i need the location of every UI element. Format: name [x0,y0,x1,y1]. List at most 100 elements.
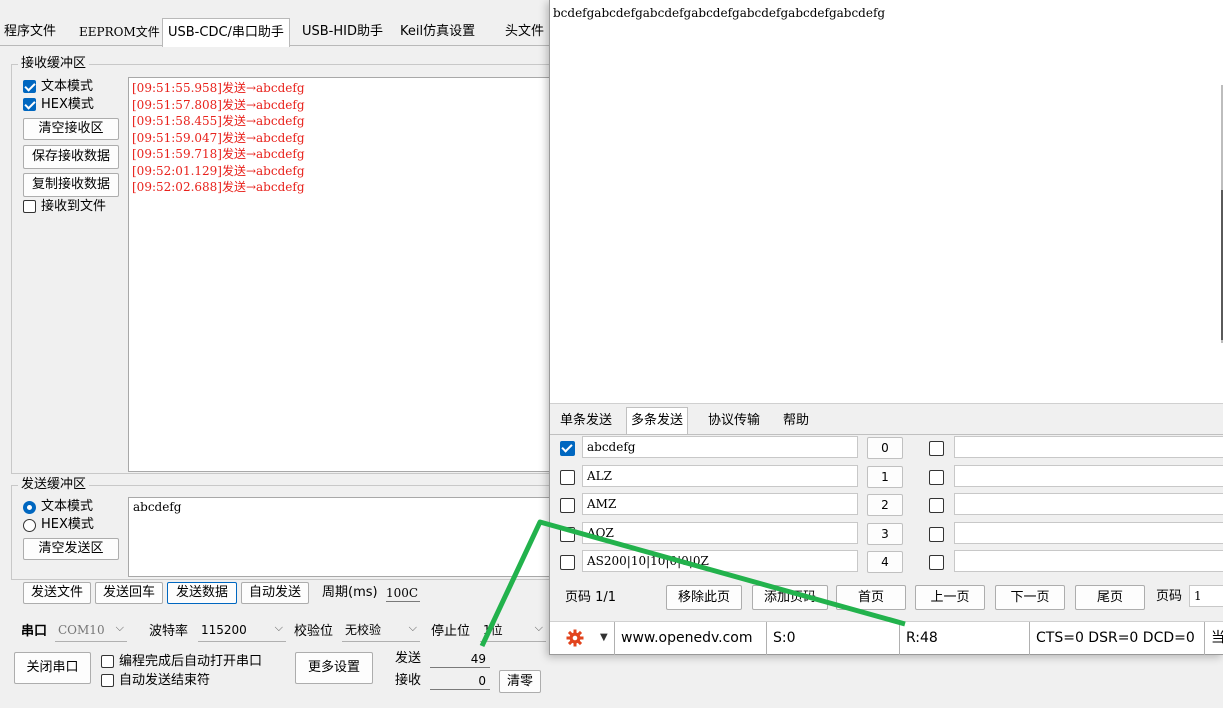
multi-row-send-button[interactable]: 2 [867,494,903,516]
multi-row-comment-input[interactable] [954,550,1223,572]
tx-group-title: 发送缓冲区 [18,477,90,493]
stop-select[interactable]: 1位 [480,618,546,642]
status-url: www.openedv.com [614,622,767,655]
multi-row-hex-checkbox[interactable] [929,469,944,485]
multi-row-input[interactable]: abcdefg [582,436,858,458]
multi-row-comment-input[interactable] [954,521,1223,544]
tab-protocol[interactable]: 协议传输 [704,410,764,434]
copy-rx-button[interactable]: 复制接收数据 [23,173,119,197]
baud-select[interactable]: 115200 [198,618,286,642]
rx-line: [09:51:59.047]发送→abcdefg [132,130,305,145]
remove-page-button[interactable]: 移除此页 [666,585,742,610]
tab-usb-hid[interactable]: USB-HID助手 [297,20,388,46]
prev-page-button[interactable]: 上一页 [915,585,985,610]
rx-text-mode-checkbox[interactable] [23,80,36,93]
status-tail: 当 [1211,630,1223,646]
next-page-button[interactable]: 下一页 [995,585,1065,610]
multi-row-hex-checkbox[interactable] [929,498,944,513]
rx-line: [09:51:57.808]发送→abcdefg [132,97,305,112]
clear-rx-button[interactable]: 清空接收区 [23,118,119,140]
rx-line: [09:52:02.688]发送→abcdefg [132,180,305,194]
port-select[interactable]: COM10 [55,618,127,642]
tx-hex-mode-radio[interactable] [23,519,36,532]
auto-open-label: 编程完成后自动打开串口 [119,654,263,669]
serial-assistant-window: 程序文件 EEPROM文件 USB-CDC/串口助手 USB-HID助手 Kei… [0,0,560,708]
send-data-button[interactable]: 发送数据 [167,582,237,604]
status-bar: ▼ www.openedv.com S:0 R:48 CTS=0 DSR=0 D… [550,621,1223,655]
tab-divider [550,434,1223,435]
multi-row-send-button[interactable]: 0 [867,437,903,459]
save-rx-button[interactable]: 保存接收数据 [23,145,119,169]
rx-hex-mode-checkbox[interactable] [23,98,36,111]
tx-hex-mode-label: HEX模式 [41,517,94,532]
multi-row-hex-checkbox[interactable] [929,555,944,570]
multi-row-comment-input[interactable] [954,493,1223,515]
multi-row-send-button[interactable]: 1 [867,465,903,488]
multi-row-comment-input[interactable] [954,436,1223,458]
page-info: 页码 1/1 [565,590,617,605]
auto-end-checkbox[interactable] [101,674,114,687]
tab-header-file[interactable]: 头文件 [500,20,549,46]
xcom-window: bcdefgabcdefgabcdefgabcdefgabcdefgabcdef… [549,0,1223,655]
clear-tx-button[interactable]: 清空发送区 [23,538,119,560]
rx-hex-mode-label: HEX模式 [41,97,94,112]
parity-select[interactable]: 无校验 [342,618,420,642]
dropdown-arrow-icon[interactable]: ▼ [600,632,608,643]
recv-count-label: 接收 [395,673,422,688]
status-sent: S:0 [767,622,900,655]
clear-count-button[interactable]: 清零 [499,670,541,693]
tab-multi-send[interactable]: 多条发送 [626,407,689,435]
tx-text-mode-radio[interactable] [23,501,36,514]
multi-row-checkbox[interactable] [560,555,575,570]
first-page-button[interactable]: 首页 [836,585,906,610]
period-input[interactable]: 100C [386,585,420,602]
rx-text-mode-label: 文本模式 [41,79,94,94]
tab-usb-cdc[interactable]: USB-CDC/串口助手 [162,18,290,47]
tab-eeprom-file[interactable]: EEPROM文件 [74,20,165,46]
rx-line: [09:51:59.718]发送→abcdefg [132,147,305,161]
sent-count-value: 49 [430,651,490,668]
auto-end-label: 自动发送结束符 [119,673,211,688]
tab-help[interactable]: 帮助 [779,410,813,434]
recv-count-value: 0 [430,673,490,690]
xcom-rx-text: bcdefgabcdefgabcdefgabcdefgabcdefgabcdef… [553,6,886,20]
port-label: 串口 [21,624,48,639]
gear-icon[interactable] [566,629,584,647]
status-recv: R:48 [900,622,1030,655]
tab-program-file[interactable]: 程序文件 [0,20,61,46]
xcom-rx-area[interactable]: bcdefgabcdefgabcdefgabcdefgabcdefgabcdef… [550,0,1223,404]
tab-single-send[interactable]: 单条发送 [556,410,616,434]
send-file-button[interactable]: 发送文件 [23,582,91,604]
multi-row-send-button[interactable]: 3 [867,522,903,545]
multi-row-checkbox[interactable] [560,526,575,542]
send-enter-button[interactable]: 发送回车 [95,582,163,604]
auto-send-button[interactable]: 自动发送 [241,582,309,604]
multi-row-checkbox[interactable] [560,469,575,485]
multi-row-checkbox[interactable] [560,498,575,513]
more-settings-button[interactable]: 更多设置 [295,652,373,684]
multi-row-hex-checkbox[interactable] [929,526,944,542]
tx-textarea[interactable]: abcdefg [128,497,553,577]
add-page-button[interactable]: 添加页码 [752,585,828,610]
rx-textarea[interactable]: [09:51:55.958]发送→abcdefg [09:51:57.808]发送… [128,77,553,472]
rx-line: [09:51:55.958]发送→abcdefg [132,81,305,95]
multi-row-input[interactable]: AQZ [582,521,858,544]
multi-row-input[interactable]: AMZ [582,493,858,515]
sent-count-label: 发送 [395,651,422,666]
tab-keil-settings[interactable]: Keil仿真设置 [395,20,480,46]
status-lines: CTS=0 DSR=0 DCD=0 [1030,622,1205,655]
multi-row-send-button[interactable]: 4 [867,551,903,573]
multi-row-checkbox[interactable] [560,441,575,456]
page-input[interactable]: 1 [1189,585,1223,607]
period-label: 周期(ms) [322,585,378,600]
multi-row-comment-input[interactable] [954,464,1223,487]
last-page-button[interactable]: 尾页 [1075,585,1145,610]
rx-to-file-label: 接收到文件 [41,199,107,214]
rx-to-file-checkbox[interactable] [23,200,36,213]
multi-row-input[interactable]: AS200|10|10|0|0|0Z [582,550,858,572]
baud-label: 波特率 [149,624,189,639]
multi-row-input[interactable]: ALZ [582,464,858,487]
close-port-button[interactable]: 关闭串口 [14,652,91,684]
multi-row-hex-checkbox[interactable] [929,441,944,456]
auto-open-checkbox[interactable] [101,655,114,668]
